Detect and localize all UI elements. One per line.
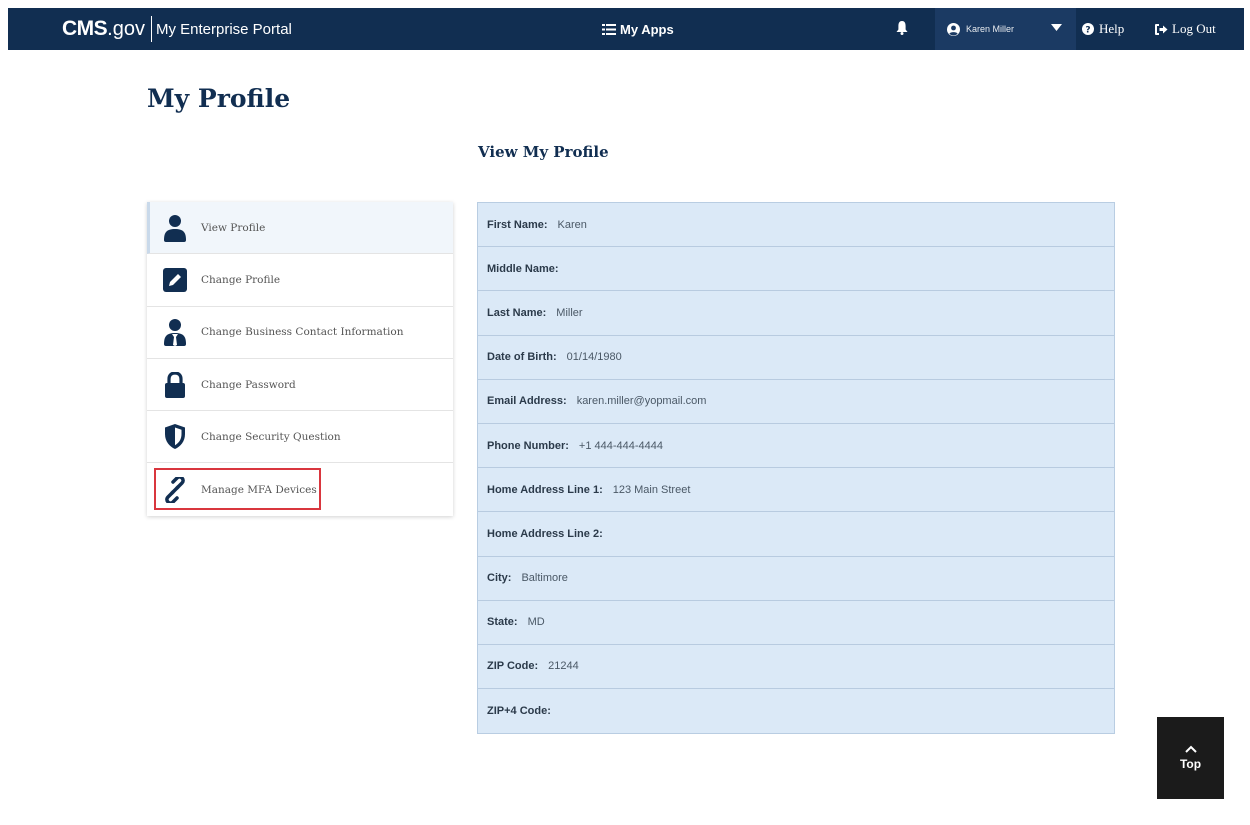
profile-field-label: ZIP+4 Code:	[487, 705, 551, 718]
question-circle-icon: ?	[1082, 23, 1094, 35]
profile-field-row: Phone Number: +1 444-444-4444	[478, 424, 1114, 469]
list-icon	[602, 23, 616, 35]
sidebar-item-view-profile[interactable]: View Profile	[147, 202, 453, 255]
sidebar-item-manage-mfa-devices[interactable]: Manage MFA Devices	[147, 463, 453, 515]
user-name: Karen Miller	[966, 24, 1015, 34]
profile-sidebar-menu: View Profile Change Profile Change Busin…	[147, 202, 453, 516]
profile-field-label: First Name:	[487, 218, 548, 231]
logout-link[interactable]: Log Out	[1155, 8, 1216, 50]
brand-logo[interactable]: CMS .gov My Enterprise Portal	[62, 8, 292, 50]
profile-field-label: Last Name:	[487, 306, 547, 319]
profile-field-value: karen.miller@yopmail.com	[576, 395, 707, 408]
portal-name: My Enterprise Portal	[155, 20, 292, 38]
my-apps-button[interactable]: My Apps	[602, 8, 674, 50]
sidebar-item-change-security-question[interactable]: Change Security Question	[147, 411, 453, 464]
brand-gov-text: .gov	[107, 17, 145, 40]
help-link[interactable]: ? Help	[1082, 8, 1124, 50]
profile-field-label: State:	[487, 616, 518, 629]
sidebar-item-label: Change Business Contact Information	[201, 326, 404, 339]
profile-field-label: Phone Number:	[487, 439, 569, 452]
my-apps-label: My Apps	[620, 21, 674, 37]
profile-field-row: State: MD	[478, 601, 1114, 645]
brand-cms-text: CMS	[62, 17, 108, 40]
back-to-top-button[interactable]: Top	[1157, 717, 1224, 799]
profile-field-label: Date of Birth:	[487, 351, 557, 364]
profile-field-row: Home Address Line 1: 123 Main Street	[478, 468, 1114, 513]
sidebar-item-label: Change Password	[201, 378, 296, 391]
sidebar-item-change-profile[interactable]: Change Profile	[147, 254, 453, 307]
profile-field-label: Email Address:	[487, 395, 567, 408]
profile-field-row: ZIP Code: 21244	[478, 645, 1114, 690]
lock-icon	[161, 371, 189, 399]
profile-field-value: MD	[527, 616, 545, 629]
help-label: Help	[1099, 21, 1125, 36]
chevron-up-icon	[1184, 745, 1197, 753]
logout-label: Log Out	[1172, 21, 1216, 36]
user-circle-icon	[947, 22, 960, 36]
brand-divider	[150, 16, 152, 42]
profile-field-row: Date of Birth: 01/14/1980	[478, 336, 1114, 380]
chevron-down-icon	[1051, 24, 1062, 31]
user-icon	[161, 214, 189, 242]
profile-field-label: Home Address Line 2:	[487, 527, 603, 540]
profile-field-value: Miller	[556, 306, 583, 319]
profile-field-label: Home Address Line 1:	[487, 483, 603, 496]
profile-field-label: ZIP Code:	[487, 660, 539, 673]
profile-field-row: Home Address Line 2:	[478, 512, 1114, 557]
page-title: My Profile	[147, 84, 291, 113]
profile-field-value: 01/14/1980	[566, 351, 622, 364]
sidebar-item-change-business-contact[interactable]: Change Business Contact Information	[147, 307, 453, 359]
sidebar-item-label: View Profile	[201, 221, 266, 234]
sidebar-item-label: Change Security Question	[201, 430, 341, 443]
profile-field-label: City:	[487, 572, 512, 585]
profile-field-label: Middle Name:	[487, 262, 559, 275]
back-to-top-label: Top	[1179, 757, 1202, 771]
edit-icon	[161, 266, 189, 294]
profile-details-panel: First Name: Karen Middle Name: Last Name: Mi…	[477, 202, 1115, 735]
section-title: View My Profile	[478, 143, 609, 161]
sign-out-icon	[1155, 23, 1168, 35]
sidebar-item-label: Change Profile	[201, 273, 281, 286]
sidebar-item-change-password[interactable]: Change Password	[147, 359, 453, 412]
profile-field-row: First Name: Karen	[478, 203, 1114, 248]
svg-text:?: ?	[1085, 25, 1090, 35]
user-menu-dropdown[interactable]: Karen Miller	[935, 8, 1076, 50]
top-navbar: CMS .gov My Enterprise Portal My Apps Kar…	[8, 8, 1244, 50]
profile-field-row: ZIP+4 Code:	[478, 689, 1114, 733]
profile-field-row: Last Name: Miller	[478, 291, 1114, 336]
profile-field-value: 21244	[548, 660, 579, 673]
profile-field-value: +1 444-444-4444	[578, 439, 664, 452]
highlight-box	[154, 468, 321, 511]
profile-field-row: Middle Name:	[478, 247, 1114, 292]
profile-field-row: Email Address: karen.miller@yopmail.com	[478, 380, 1114, 424]
profile-field-value: Baltimore	[521, 572, 568, 585]
profile-field-value: 123 Main Street	[612, 483, 691, 496]
profile-field-row: City: Baltimore	[478, 557, 1114, 601]
business-user-icon	[161, 318, 189, 347]
shield-icon	[161, 423, 189, 451]
profile-field-value: Karen	[557, 218, 587, 231]
notifications-bell-icon[interactable]	[896, 21, 908, 40]
